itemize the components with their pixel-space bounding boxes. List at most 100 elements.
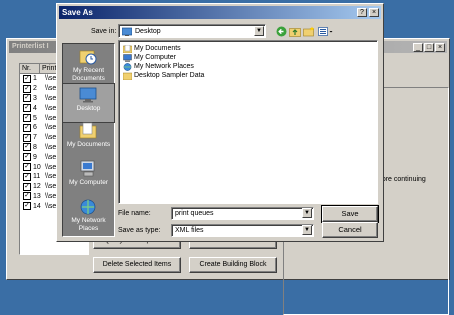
place-label: My Recent Documents xyxy=(72,67,105,82)
row-number: 4 xyxy=(33,104,37,112)
network-places-icon xyxy=(78,198,98,216)
row-printer-path: \\se xyxy=(45,134,57,142)
row-checkbox[interactable]: ✓ xyxy=(23,172,31,181)
row-checkbox[interactable]: ✓ xyxy=(23,133,31,142)
file-item-label: My Computer xyxy=(134,54,177,61)
my-computer-icon xyxy=(78,160,98,178)
folder-icon xyxy=(122,72,133,80)
row-printer-path: \\se xyxy=(45,114,57,122)
row-checkbox[interactable]: ✓ xyxy=(23,84,31,93)
chevron-down-icon[interactable]: ▼ xyxy=(254,26,264,36)
row-number: 9 xyxy=(33,153,37,161)
file-name-chevron-down-icon[interactable]: ▼ xyxy=(302,208,312,218)
file-my-computer[interactable]: My Computer xyxy=(123,53,176,62)
place-my-documents[interactable]: My Documents xyxy=(63,120,114,158)
minimize-button[interactable]: _ xyxy=(413,43,423,52)
save-in-value: Desktop xyxy=(135,28,161,35)
place-label: My Computer xyxy=(68,179,108,186)
column-header-nr[interactable]: Nr. xyxy=(20,64,40,73)
row-checkbox[interactable]: ✓ xyxy=(23,104,31,113)
row-number: 8 xyxy=(33,143,37,151)
row-checkbox[interactable]: ✓ xyxy=(23,74,31,83)
new-folder-icon[interactable] xyxy=(303,26,315,38)
row-checkbox[interactable]: ✓ xyxy=(23,192,31,201)
row-printer-path: \\se xyxy=(45,163,57,171)
row-checkbox[interactable]: ✓ xyxy=(23,114,31,123)
desktop-icon xyxy=(78,86,98,104)
printerlist-title: Printerlist I xyxy=(12,43,49,50)
save-as-type-label: Save as type: xyxy=(118,227,161,234)
row-number: 12 xyxy=(33,183,41,191)
network-places-icon xyxy=(123,62,132,71)
cancel-button[interactable]: Cancel xyxy=(322,222,378,238)
places-bar: My Recent Documents Desktop My Documents My… xyxy=(62,43,115,237)
help-button[interactable]: ? xyxy=(357,8,367,17)
file-item-label: My Documents xyxy=(134,45,181,52)
dialog-title: Save As xyxy=(62,8,93,17)
save-as-dialog: Save As ? × Save in: Desktop ▼ My Recent… xyxy=(56,3,384,242)
row-printer-path: \\se xyxy=(45,75,57,83)
row-checkbox[interactable]: ✓ xyxy=(23,202,31,211)
save-in-label: Save in: xyxy=(91,28,117,35)
row-number: 1 xyxy=(33,75,37,83)
dialog-close-button[interactable]: × xyxy=(369,8,379,17)
place-my-recent-documents[interactable]: My Recent Documents xyxy=(63,46,114,84)
row-number: 14 xyxy=(33,202,41,210)
row-printer-path: \\se xyxy=(45,94,57,102)
row-number: 7 xyxy=(33,134,37,142)
save-as-type-value: XML files xyxy=(175,227,204,234)
row-number: 11 xyxy=(33,173,41,181)
views-menu-icon[interactable] xyxy=(318,26,334,38)
create-building-block-button[interactable]: Create Building Block xyxy=(189,257,277,273)
my-documents-icon xyxy=(122,44,133,53)
maximize-button[interactable]: □ xyxy=(424,43,434,52)
row-number: 3 xyxy=(33,94,37,102)
row-checkbox[interactable]: ✓ xyxy=(23,153,31,162)
file-name-value: print queues xyxy=(175,210,214,217)
recent-documents-icon xyxy=(78,48,98,66)
file-list[interactable]: My Documents My Computer My Network Places… xyxy=(118,40,378,204)
row-checkbox[interactable]: ✓ xyxy=(23,123,31,132)
place-desktop[interactable]: Desktop xyxy=(62,83,115,123)
save-as-type-chevron-down-icon[interactable]: ▼ xyxy=(302,225,312,235)
save-as-type-dropdown[interactable]: XML files xyxy=(171,224,314,237)
file-name-label: File name: xyxy=(118,210,151,217)
row-number: 2 xyxy=(33,85,37,93)
save-in-dropdown[interactable]: Desktop ▼ xyxy=(118,24,266,38)
delete-selected-button[interactable]: Delete Selected Items xyxy=(93,257,181,273)
file-item-label: My Network Places xyxy=(134,63,194,70)
row-checkbox[interactable]: ✓ xyxy=(23,143,31,152)
place-label: My Documents xyxy=(66,141,111,148)
row-printer-path: \\se xyxy=(45,183,57,191)
row-number: 10 xyxy=(33,163,41,171)
file-name-input[interactable]: print queues xyxy=(171,207,314,220)
back-icon[interactable] xyxy=(275,26,287,38)
row-printer-path: \\se xyxy=(45,124,57,132)
row-checkbox[interactable]: ✓ xyxy=(23,182,31,191)
row-checkbox[interactable]: ✓ xyxy=(23,163,31,172)
row-checkbox[interactable]: ✓ xyxy=(23,94,31,103)
row-printer-path: \\se xyxy=(45,192,57,200)
file-item-label: Desktop Sampler Data xyxy=(134,72,205,79)
my-documents-icon xyxy=(78,122,98,140)
my-computer-icon xyxy=(123,53,132,62)
row-printer-path: \\se xyxy=(45,202,57,210)
row-printer-path: \\se xyxy=(45,173,57,181)
file-desktop-sampler-data[interactable]: Desktop Sampler Data xyxy=(122,71,205,80)
row-printer-path: \\se xyxy=(45,85,57,93)
row-number: 6 xyxy=(33,124,37,132)
row-printer-path: \\se xyxy=(45,143,57,151)
file-my-network-places[interactable]: My Network Places xyxy=(123,62,194,71)
dialog-titlebar: Save As xyxy=(59,6,381,19)
place-my-computer[interactable]: My Computer xyxy=(63,158,114,196)
close-button[interactable]: × xyxy=(435,43,445,52)
place-label: My Network Places xyxy=(71,217,106,232)
desktop-folder-icon xyxy=(122,27,132,36)
row-number: 5 xyxy=(33,114,37,122)
row-number: 13 xyxy=(33,192,41,200)
save-button[interactable]: Save xyxy=(321,205,379,223)
place-my-network-places[interactable]: My Network Places xyxy=(63,196,114,234)
row-printer-path: \\se xyxy=(45,104,57,112)
file-my-documents[interactable]: My Documents xyxy=(122,44,181,53)
up-folder-icon[interactable] xyxy=(289,26,301,38)
